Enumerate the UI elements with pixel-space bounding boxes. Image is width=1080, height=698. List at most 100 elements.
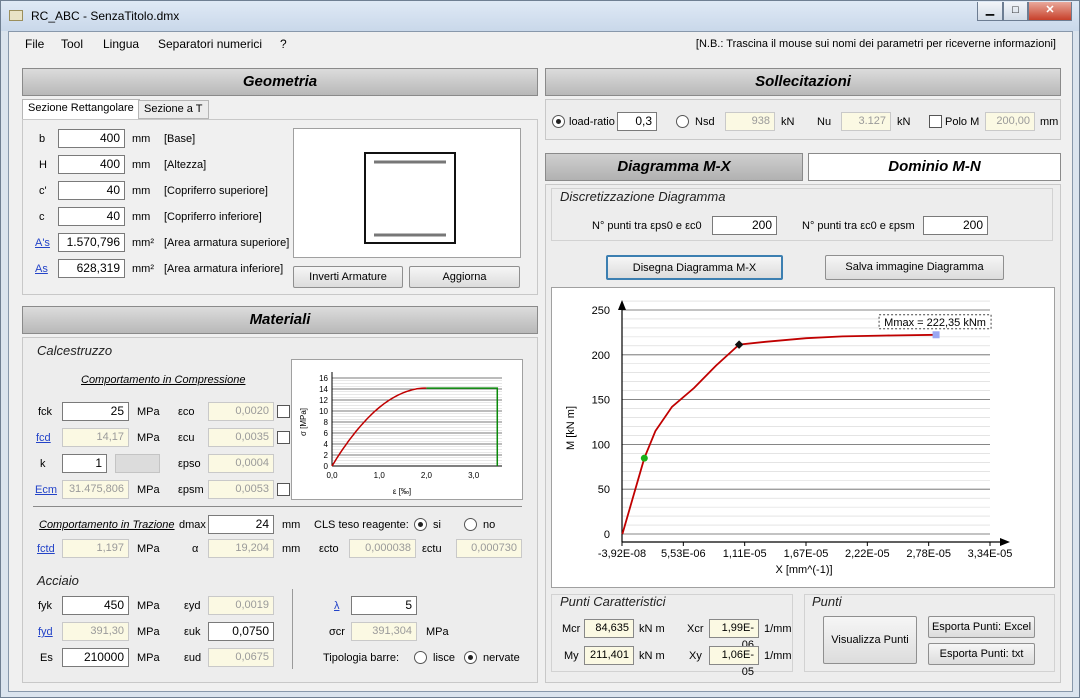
menu-tool[interactable]: Tool [61, 37, 83, 51]
geo-unit-1: mm [132, 159, 151, 171]
minimize-button[interactable]: ▁ [977, 2, 1003, 21]
fyd-label[interactable]: fyd [38, 626, 53, 638]
materiali-header: Materiali [22, 306, 538, 334]
nsd-unit: kN [781, 116, 795, 128]
trazione-title: Comportamento in Trazione [39, 519, 175, 531]
ecu-value: 0,0035 [208, 428, 274, 447]
aggiorna-button[interactable]: Aggiorna [409, 266, 520, 288]
eud-value: 0,0675 [208, 648, 274, 667]
geo-unit-4: mm² [132, 237, 154, 249]
fck-label: fck [38, 406, 53, 418]
punti2-input[interactable]: 200 [923, 216, 988, 235]
geo-desc-4: [Area armatura superiore] [164, 237, 290, 249]
esporta-excel-button[interactable]: Esporta Punti: Excel [928, 616, 1035, 638]
inverti-armature-button[interactable]: Inverti Armature [293, 266, 403, 288]
nu-value: 3.127 [841, 112, 891, 131]
my-label: My [564, 650, 579, 662]
tab-sezione-t[interactable]: Sezione a T [138, 100, 209, 119]
nsd-value: 938 [725, 112, 775, 131]
nsd-radio[interactable] [676, 115, 689, 128]
app-window: RC_ABC - SenzaTitolo.dmx ▁ □ ✕ File Tool… [0, 0, 1080, 698]
geo-input-4[interactable]: 1.570,796 [58, 233, 125, 252]
polo-checkbox[interactable] [929, 115, 942, 128]
geo-unit-5: mm² [132, 263, 154, 275]
punti1-label: N° punti tra εps0 e εc0 [592, 220, 702, 232]
cls-si-radio[interactable] [414, 518, 427, 531]
window-title: RC_ABC - SenzaTitolo.dmx [31, 9, 180, 23]
geo-input-5[interactable]: 628,319 [58, 259, 125, 278]
dmax-input[interactable]: 24 [208, 515, 274, 534]
k-label: k [40, 458, 46, 470]
tab-sezione-rettangolare[interactable]: Sezione Rettangolare [22, 99, 140, 120]
geo-unit-3: mm [132, 211, 151, 223]
ecm-label[interactable]: Ecm [35, 484, 57, 496]
ectu-value: 0,000730 [456, 539, 522, 558]
euk-input[interactable]: 0,0750 [208, 622, 274, 641]
geo-label-4[interactable]: A's [35, 237, 50, 249]
geo-label-5[interactable]: As [35, 263, 48, 275]
main-xtick: 2,78E-05 [906, 548, 951, 560]
main-ytick: 250 [592, 305, 610, 317]
main-xtick: 1,11E-05 [723, 548, 767, 560]
lambda-label[interactable]: λ [334, 600, 340, 612]
visualizza-punti-button[interactable]: Visualizza Punti [823, 616, 917, 664]
geo-input-1[interactable]: 400 [58, 155, 125, 174]
fctd-label[interactable]: fctd [37, 543, 55, 555]
menu-file[interactable]: File [25, 37, 44, 51]
compressione-title: Comportamento in Compressione [81, 374, 246, 386]
mx-curve [621, 333, 937, 535]
geo-input-3[interactable]: 40 [58, 207, 125, 226]
fyd-unit: MPa [137, 626, 160, 638]
menu-bar: File Tool Lingua Separatori numerici ? [… [9, 32, 1072, 56]
fctd-unit: MPa [137, 543, 160, 555]
punti-car-title: Punti Caratteristici [560, 594, 666, 609]
small-ytick: 2 [324, 451, 329, 460]
disegna-diagramma-button[interactable]: Disegna Diagramma M-X [606, 255, 783, 280]
main-ytick: 50 [598, 484, 610, 496]
ecm-unit: MPa [137, 484, 160, 496]
ecto-value: 0,000038 [349, 539, 416, 558]
section-drawing [364, 152, 456, 244]
menu-separatori[interactable]: Separatori numerici [158, 37, 262, 51]
tab-dominio-mn[interactable]: Dominio M-N [808, 153, 1061, 181]
y-axis-arrow [618, 300, 626, 310]
xcr-label: Xcr [687, 623, 704, 635]
geo-input-2[interactable]: 40 [58, 181, 125, 200]
fyk-input[interactable]: 450 [62, 596, 129, 615]
cls-no-radio[interactable] [464, 518, 477, 531]
menu-help[interactable]: ? [280, 37, 287, 51]
geo-label-0: b [39, 133, 46, 145]
geo-label-2: c' [39, 185, 47, 197]
discretizzazione-title: Discretizzazione Diagramma [560, 189, 726, 204]
menu-lingua[interactable]: Lingua [103, 37, 139, 51]
salva-immagine-button[interactable]: Salva immagine Diagramma [825, 255, 1004, 280]
ecu-checkbox[interactable] [277, 431, 290, 444]
fyk-label: fyk [38, 600, 53, 612]
es-label: Es [40, 652, 53, 664]
geo-desc-0: [Base] [164, 133, 196, 145]
epsm-checkbox[interactable] [277, 483, 290, 496]
small-ytick: 14 [319, 385, 328, 394]
nervate-label: nervate [483, 652, 520, 664]
mx-diagram-plot: 250 200 150 100 50 0 -3,92E-08 5,53E-06 1,11E-05… [565, 300, 1012, 576]
lisce-radio[interactable] [414, 651, 427, 664]
fcd-label[interactable]: fcd [36, 432, 51, 444]
fck-input[interactable]: 25 [62, 402, 129, 421]
tab-diagramma-mx[interactable]: Diagramma M-X [545, 153, 803, 181]
info-note: [N.B.: Trascina il mouse sui nomi dei pa… [695, 38, 1056, 50]
title-bar: RC_ABC - SenzaTitolo.dmx ▁ □ ✕ [1, 1, 1079, 31]
ecm-value: 31.475,806 [62, 480, 129, 499]
fyd-value: 391,30 [62, 622, 129, 641]
geo-input-0[interactable]: 400 [58, 129, 125, 148]
loadratio-input[interactable]: 0,3 [617, 112, 657, 131]
k-input[interactable]: 1 [62, 454, 107, 473]
lambda-input[interactable]: 5 [351, 596, 417, 615]
esporta-txt-button[interactable]: Esporta Punti: txt [928, 643, 1035, 665]
loadratio-radio[interactable] [552, 115, 565, 128]
eco-checkbox[interactable] [277, 405, 290, 418]
maximize-button[interactable]: □ [1003, 2, 1028, 21]
close-button[interactable]: ✕ [1028, 2, 1072, 21]
nervate-radio[interactable] [464, 651, 477, 664]
es-input[interactable]: 210000 [62, 648, 129, 667]
punti1-input[interactable]: 200 [712, 216, 777, 235]
